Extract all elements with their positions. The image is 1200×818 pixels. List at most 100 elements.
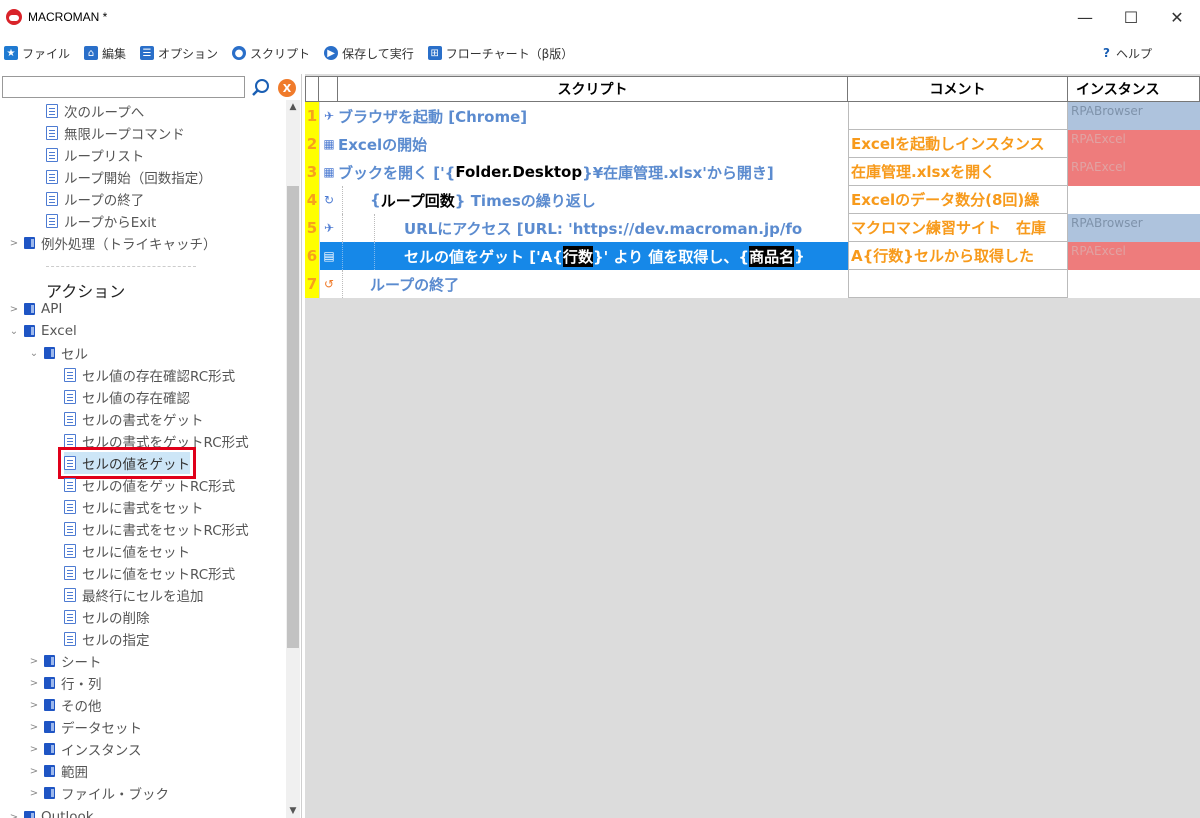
flowchart-menu[interactable]: ⊞ フローチャート（β版） <box>427 45 573 62</box>
book-icon <box>44 699 55 711</box>
script-cell[interactable]: Excelの開始 <box>338 130 848 158</box>
book-icon <box>44 677 55 689</box>
comment-cell[interactable]: Excelを起動しインスタンス <box>848 130 1068 158</box>
comment-cell[interactable]: A{行数}セルから取得した <box>848 242 1068 270</box>
tree-item-cell-exists[interactable]: セル値の存在確認 <box>64 386 190 408</box>
script-row[interactable]: 1 ✈ ブラウザを起動 [Chrome] RPABrowser <box>305 102 1200 130</box>
chevron-right-icon[interactable]: > <box>8 304 20 315</box>
tree-item-get-cell-format[interactable]: セルの書式をゲット <box>64 408 204 430</box>
clear-search-icon[interactable]: X <box>278 79 296 97</box>
script-row[interactable]: 2 ▦ Excelの開始 Excelを起動しインスタンス RPAExcel <box>305 130 1200 158</box>
instance-cell[interactable] <box>1068 270 1200 298</box>
chevron-down-icon[interactable]: ⌄ <box>28 348 40 359</box>
script-row[interactable]: 3 ▦ ブックを開く ['{Folder.Desktop}¥在庫管理.xlsx'… <box>305 158 1200 186</box>
document-icon <box>46 170 58 184</box>
script-cell[interactable]: セルの値をゲット ['A{行数}' より 値を取得し、{商品名} <box>338 242 848 270</box>
col-header-script[interactable]: スクリプト <box>338 76 848 102</box>
col-header-instance[interactable]: インスタンス <box>1068 76 1200 102</box>
instance-cell[interactable] <box>1068 186 1200 214</box>
comment-cell[interactable] <box>848 270 1068 298</box>
tree-group-cell[interactable]: ⌄ セル <box>28 342 88 364</box>
tree-group-exception[interactable]: > 例外処理（トライキャッチ） <box>8 232 217 254</box>
comment-cell[interactable]: マクロマン練習サイト 在庫 <box>848 214 1068 242</box>
comment-cell[interactable]: Excelのデータ数分(8回)繰 <box>848 186 1068 214</box>
tree-group-file-book[interactable]: > ファイル・ブック <box>28 782 169 804</box>
comment-cell[interactable]: 在庫管理.xlsxを開く <box>848 158 1068 186</box>
comment-cell[interactable] <box>848 102 1068 130</box>
instance-cell[interactable]: RPABrowser <box>1068 214 1200 242</box>
script-row[interactable]: 4 ↻ {ループ回数} Timesの繰り返し Excelのデータ数分(8回)繰 <box>305 186 1200 214</box>
save-run-button[interactable]: ▶ 保存して実行 <box>324 45 414 62</box>
tree-group-range[interactable]: > 範囲 <box>28 760 88 782</box>
scrollbar-thumb[interactable] <box>287 186 299 648</box>
chevron-right-icon[interactable]: > <box>8 812 20 818</box>
book-icon <box>44 655 55 667</box>
edit-menu[interactable]: ⌂ 編集 <box>84 45 126 62</box>
search-icon[interactable] <box>251 78 271 98</box>
col-header-comment[interactable]: コメント <box>848 76 1068 102</box>
document-icon <box>64 566 76 580</box>
tree-item-append-cell[interactable]: 最終行にセルを追加 <box>64 584 204 606</box>
tree-group-sheet[interactable]: > シート <box>28 650 102 672</box>
script-cell[interactable]: ループの終了 <box>338 270 848 298</box>
chevron-right-icon[interactable]: > <box>28 656 40 667</box>
instance-cell[interactable]: RPAExcel <box>1068 158 1200 186</box>
tree-group-instance[interactable]: > インスタンス <box>28 738 141 760</box>
tree-group-dataset[interactable]: > データセット <box>28 716 142 738</box>
options-menu[interactable]: ☰ オプション <box>140 45 218 62</box>
tree-item-delete-cell[interactable]: セルの削除 <box>64 606 150 628</box>
tree-item-loop-start[interactable]: ループ開始（回数指定） <box>46 166 212 188</box>
tree-item-loop-end[interactable]: ループの終了 <box>46 188 144 210</box>
script-row-selected[interactable]: 6 ▤ セルの値をゲット ['A{行数}' より 値を取得し、{商品名} A{行… <box>305 242 1200 270</box>
instance-cell[interactable]: RPAExcel <box>1068 242 1200 270</box>
tree-item-select-cell[interactable]: セルの指定 <box>64 628 150 650</box>
tree-item-infinite-loop[interactable]: 無限ループコマンド <box>46 122 185 144</box>
close-button[interactable]: ✕ <box>1154 0 1200 34</box>
maximize-button[interactable]: ☐ <box>1108 0 1154 34</box>
app-logo-icon <box>6 9 22 25</box>
tree-group-excel[interactable]: ⌄ Excel <box>8 320 77 342</box>
script-row[interactable]: 7 ↺ ループの終了 <box>305 270 1200 298</box>
script-cell[interactable]: {ループ回数} Timesの繰り返し <box>338 186 848 214</box>
instance-cell[interactable]: RPABrowser <box>1068 102 1200 130</box>
help-menu[interactable]: ? ヘルプ <box>1103 45 1152 62</box>
script-menu[interactable]: ● スクリプト <box>232 45 310 62</box>
tree-group-other[interactable]: > その他 <box>28 694 102 716</box>
tree-item-loop-list[interactable]: ループリスト <box>46 144 144 166</box>
tree-group-api[interactable]: > API <box>8 298 63 320</box>
tree-item-label: ファイル・ブック <box>61 787 169 803</box>
tree-item-set-cell-format-rc[interactable]: セルに書式をセットRC形式 <box>64 518 249 540</box>
file-menu[interactable]: ★ ファイル <box>4 45 70 62</box>
chevron-right-icon[interactable]: > <box>28 788 40 799</box>
script-cell[interactable]: ブックを開く ['{Folder.Desktop}¥在庫管理.xlsx'から開き… <box>338 158 848 186</box>
tree-item-set-cell-format[interactable]: セルに書式をセット <box>64 496 204 518</box>
script-row[interactable]: 5 ✈ URLにアクセス [URL: 'https://dev.macroman… <box>305 214 1200 242</box>
chevron-right-icon[interactable]: > <box>8 238 20 249</box>
chevron-right-icon[interactable]: > <box>28 766 40 777</box>
variable-token: 商品名 <box>749 245 795 267</box>
tree-item-set-cell-value-rc[interactable]: セルに値をセットRC形式 <box>64 562 235 584</box>
tree-group-row-col[interactable]: > 行・列 <box>28 672 102 694</box>
tree-item-loop-exit[interactable]: ループからExit <box>46 210 156 232</box>
loop-end-icon: ↺ <box>320 270 338 298</box>
chevron-right-icon[interactable]: > <box>28 700 40 711</box>
chevron-down-icon[interactable]: ⌄ <box>8 326 20 337</box>
script-cell[interactable]: ブラウザを起動 [Chrome] <box>338 102 848 130</box>
tree-scrollbar[interactable]: ▲ ▼ <box>286 100 300 818</box>
instance-cell[interactable]: RPAExcel <box>1068 130 1200 158</box>
scroll-down-icon[interactable]: ▼ <box>286 806 300 816</box>
tree-item-next-loop[interactable]: 次のループへ <box>46 100 144 122</box>
search-input[interactable] <box>2 76 245 98</box>
tree-item-cell-exists-rc[interactable]: セル値の存在確認RC形式 <box>64 364 235 386</box>
chevron-right-icon[interactable]: > <box>28 744 40 755</box>
chevron-right-icon[interactable]: > <box>28 722 40 733</box>
scroll-up-icon[interactable]: ▲ <box>286 102 300 112</box>
help-menu-label: ヘルプ <box>1115 46 1152 61</box>
minimize-button[interactable]: — <box>1062 0 1108 34</box>
tree-item-set-cell-value[interactable]: セルに値をセット <box>64 540 190 562</box>
chevron-right-icon[interactable]: > <box>28 678 40 689</box>
tree-item-get-cell-value-rc[interactable]: セルの値をゲットRC形式 <box>64 474 235 496</box>
indent-guide <box>342 186 343 214</box>
tree-group-outlook[interactable]: > Outlook <box>8 806 94 818</box>
script-cell[interactable]: URLにアクセス [URL: 'https://dev.macroman.jp/… <box>338 214 848 242</box>
